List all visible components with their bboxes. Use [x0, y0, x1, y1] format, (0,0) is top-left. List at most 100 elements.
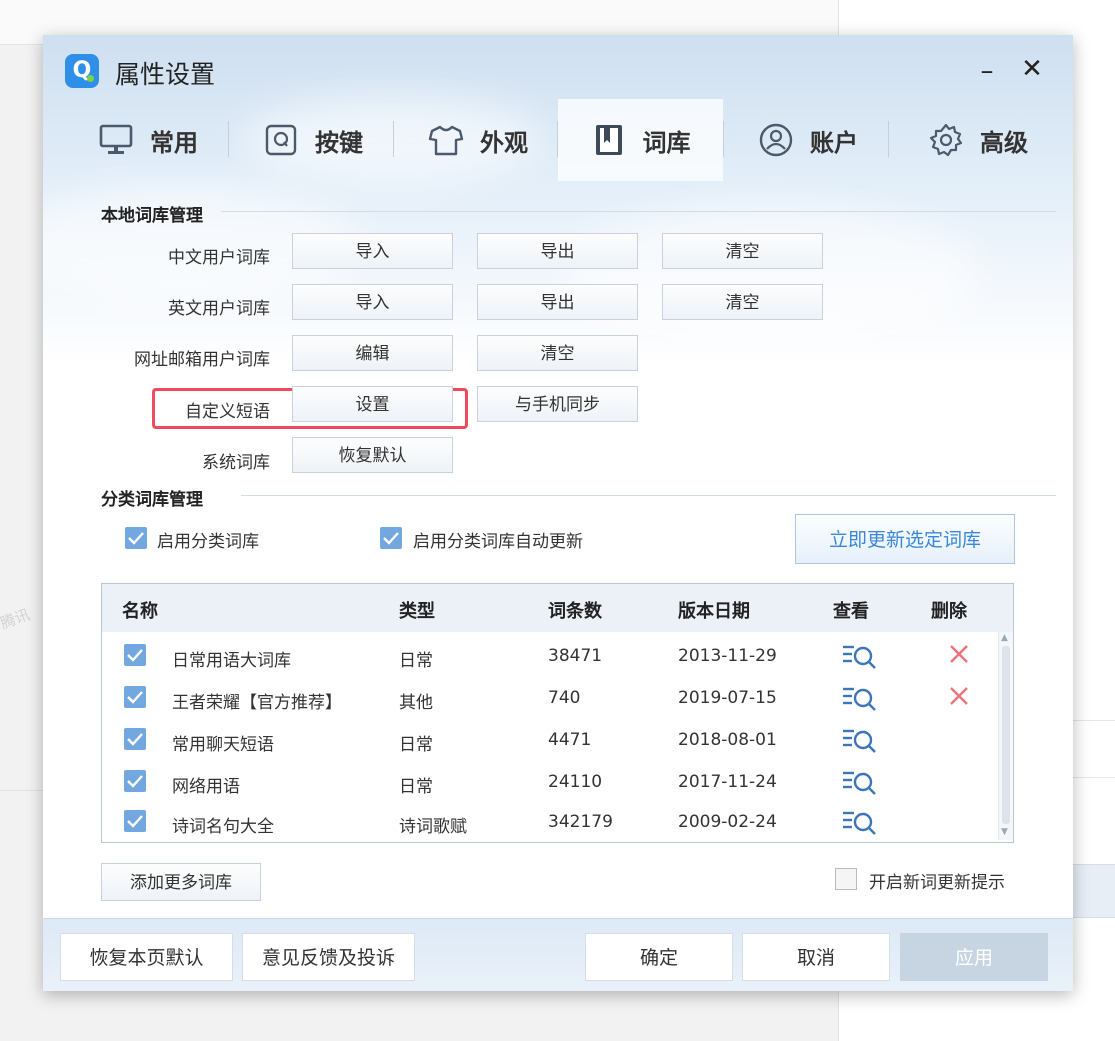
custom-phrase-settings-button[interactable]: 设置	[292, 386, 453, 422]
gear-icon	[928, 122, 964, 158]
add-more-lexicon-button[interactable]: 添加更多词库	[101, 863, 261, 901]
row-label-custom-phrase: 自定义短语	[185, 402, 270, 422]
row-checkbox[interactable]	[124, 810, 146, 832]
background-divider	[0, 790, 44, 791]
new-word-tip-checkbox[interactable]	[835, 868, 857, 890]
tab-label: 高级	[980, 128, 1028, 157]
row-checkbox[interactable]	[124, 644, 146, 666]
row-name: 日常用语大词库	[172, 651, 291, 671]
chinese-clear-button[interactable]: 清空	[662, 233, 823, 269]
tab-label: 账户	[810, 128, 858, 157]
row-count: 4471	[548, 730, 592, 750]
tab-bar: 常用 按键 外观 词库 账户 高级	[43, 99, 1073, 181]
table-row: 王者荣耀【官方推荐】 其他 740 2019-07-15	[102, 678, 998, 720]
url-email-edit-button[interactable]: 编辑	[292, 335, 453, 371]
tab-lexicon[interactable]: 词库	[558, 99, 723, 181]
row-type: 日常	[399, 777, 433, 797]
row-checkbox[interactable]	[124, 686, 146, 708]
row-date: 2019-07-15	[678, 688, 777, 708]
tab-label: 常用	[150, 128, 198, 157]
table-header: 名称 类型 词条数 版本日期 查看 删除	[102, 584, 1013, 632]
shirt-icon	[428, 122, 464, 158]
chinese-import-button[interactable]: 导入	[292, 233, 453, 269]
feedback-button[interactable]: 意见反馈及投诉	[242, 933, 415, 981]
delete-lexicon-icon[interactable]	[947, 642, 971, 666]
scroll-up-arrow-icon[interactable]: ▲	[1001, 633, 1008, 643]
section-divider	[221, 211, 1056, 212]
row-label-system: 系统词库	[202, 453, 270, 473]
row-type: 日常	[399, 651, 433, 671]
book-icon	[591, 122, 627, 158]
close-button[interactable]: ✕	[1019, 56, 1045, 82]
english-clear-button[interactable]: 清空	[662, 284, 823, 320]
tab-label: 外观	[480, 128, 528, 157]
row-count: 24110	[548, 772, 603, 792]
tab-account[interactable]: 账户	[733, 99, 883, 181]
row-count: 342179	[548, 812, 613, 832]
column-header-view: 查看	[833, 601, 869, 622]
row-date: 2009-02-24	[678, 812, 777, 832]
row-count: 38471	[548, 646, 603, 666]
view-lexicon-icon[interactable]	[842, 644, 878, 674]
tab-common[interactable]: 常用	[73, 99, 223, 181]
app-logo-icon: Q	[65, 54, 99, 88]
apply-button[interactable]: 应用	[900, 933, 1048, 981]
scrollbar-thumb[interactable]	[1002, 646, 1010, 824]
table-row: 网络用语 日常 24110 2017-11-24	[102, 762, 998, 804]
lexicon-table: 名称 类型 词条数 版本日期 查看 删除 日常用语大词库 日常 38471 20…	[101, 583, 1014, 843]
auto-update-checkbox[interactable]	[380, 527, 402, 549]
row-label-english: 英文用户词库	[168, 299, 270, 319]
update-selected-lexicon-button[interactable]: 立即更新选定词库	[795, 514, 1015, 564]
phone-sync-button[interactable]: 与手机同步	[477, 386, 638, 422]
column-header-type: 类型	[399, 601, 435, 622]
url-email-clear-button[interactable]: 清空	[477, 335, 638, 371]
row-checkbox[interactable]	[124, 728, 146, 750]
cancel-button[interactable]: 取消	[742, 933, 890, 981]
view-lexicon-icon[interactable]	[842, 728, 878, 758]
row-date: 2018-08-01	[678, 730, 777, 750]
table-row: 日常用语大词库 日常 38471 2013-11-29	[102, 636, 998, 678]
new-word-tip-label: 开启新词更新提示	[869, 873, 1005, 893]
row-date: 2013-11-29	[678, 646, 777, 666]
row-name: 王者荣耀【官方推荐】	[172, 693, 342, 713]
table-row: 常用聊天短语 日常 4471 2018-08-01	[102, 720, 998, 762]
tab-advanced[interactable]: 高级	[898, 99, 1058, 181]
chinese-export-button[interactable]: 导出	[477, 233, 638, 269]
tab-label: 按键	[315, 128, 363, 157]
english-import-button[interactable]: 导入	[292, 284, 453, 320]
monitor-icon	[98, 122, 134, 158]
minimize-button[interactable]: –	[975, 58, 999, 84]
key-q-icon	[263, 122, 299, 158]
scroll-down-arrow-icon[interactable]: ▼	[1001, 827, 1008, 837]
dialog-title: 属性设置	[115, 60, 216, 89]
view-lexicon-icon[interactable]	[842, 770, 878, 800]
row-name: 常用聊天短语	[172, 735, 274, 755]
system-restore-default-button[interactable]: 恢复默认	[292, 437, 453, 473]
column-header-delete: 删除	[931, 601, 967, 622]
column-header-date: 版本日期	[678, 601, 750, 622]
tab-label: 词库	[642, 128, 691, 157]
auto-update-label: 启用分类词库自动更新	[413, 532, 583, 552]
view-lexicon-icon[interactable]	[842, 810, 878, 840]
english-export-button[interactable]: 导出	[477, 284, 638, 320]
properties-dialog: Q 属性设置 – ✕ 常用 按键 外观 词库 账户 高级 本地词库管理 中文用户…	[43, 35, 1073, 991]
row-type: 日常	[399, 735, 433, 755]
delete-lexicon-icon[interactable]	[947, 684, 971, 708]
view-lexicon-icon[interactable]	[842, 686, 878, 716]
dialog-footer: 恢复本页默认 意见反馈及投诉 确定 取消 应用	[43, 918, 1073, 991]
row-label-chinese: 中文用户词库	[168, 248, 270, 268]
enable-category-label: 启用分类词库	[157, 532, 259, 552]
category-lexicon-section-title: 分类词库管理	[101, 490, 203, 510]
restore-page-default-button[interactable]: 恢复本页默认	[60, 933, 233, 981]
row-type: 诗词歌赋	[399, 817, 467, 837]
table-scrollbar[interactable]: ▲ ▼	[998, 632, 1013, 840]
column-header-count: 词条数	[548, 601, 602, 622]
row-type: 其他	[399, 693, 433, 713]
tab-appearance[interactable]: 外观	[403, 99, 553, 181]
enable-category-checkbox[interactable]	[125, 527, 147, 549]
row-checkbox[interactable]	[124, 770, 146, 792]
tab-keys[interactable]: 按键	[238, 99, 388, 181]
row-name: 诗词名句大全	[172, 817, 274, 837]
ok-button[interactable]: 确定	[585, 933, 733, 981]
section-divider	[241, 495, 1056, 496]
